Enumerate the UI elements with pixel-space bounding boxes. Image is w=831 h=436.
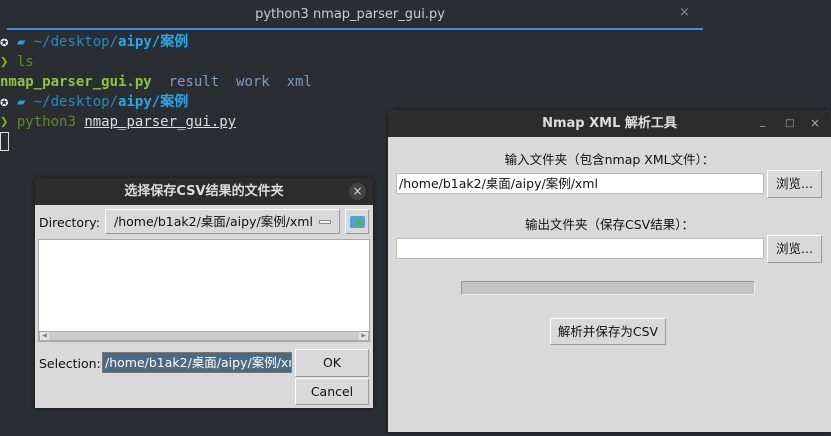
tab-close-icon[interactable]: × <box>679 5 690 20</box>
ok-button[interactable]: OK <box>295 349 369 377</box>
input-folder-field[interactable]: /home/b1ak2/桌面/aipy/案例/xml <box>396 173 764 194</box>
maximize-button[interactable]: □ <box>785 110 794 137</box>
prompt-chevron-icon: ❯ <box>0 114 9 130</box>
window-title: Nmap XML 解析工具 <box>542 116 677 131</box>
scroll-right-icon[interactable]: ▶ <box>359 332 368 340</box>
prompt-path-suffix: /案例 <box>151 34 189 50</box>
command-text: ls <box>16 54 34 70</box>
minimize-button[interactable]: _ <box>760 110 766 134</box>
parent-folder-button[interactable]: ▲ <box>345 209 369 234</box>
directory-dropdown[interactable]: /home/b1ak2/桌面/aipy/案例/xml <box>105 209 340 234</box>
os-logo-icon: ✪ <box>0 94 9 110</box>
prompt-line: ✪ ▰ ~/desktop/aipy/案例 <box>0 32 312 52</box>
folder-up-icon: ▲ <box>350 216 365 228</box>
prompt-path-bold: aipy <box>118 94 152 110</box>
directory-label: Directory: <box>39 215 100 230</box>
selection-input[interactable]: /home/b1ak2/桌面/aipy/案例/xml <box>102 352 292 373</box>
folder-list[interactable] <box>38 239 370 342</box>
prompt-path: ~/desktop/ <box>33 94 119 110</box>
terminal-cursor <box>0 132 9 151</box>
ls-dir: result <box>168 74 220 90</box>
prompt-line: ✪ ▰ ~/desktop/aipy/案例 <box>0 92 312 112</box>
ls-dir: work <box>236 74 270 90</box>
os-logo-icon: ✪ <box>0 34 9 50</box>
dialog-title: 选择保存CSV结果的文件夹 <box>124 184 284 199</box>
prompt-path-suffix: /案例 <box>151 94 189 110</box>
parse-save-csv-button[interactable]: 解析并保存为CSV <box>550 318 666 345</box>
progress-bar <box>461 281 755 295</box>
command-arg: nmap_parser_gui.py <box>84 114 237 130</box>
output-folder-field[interactable] <box>396 238 764 259</box>
prompt-path: ~/desktop/ <box>33 34 119 50</box>
terminal-tab-bar: python3 nmap_parser_gui.py × <box>0 0 831 31</box>
output-folder-label: 输出文件夹（保存CSV结果）： <box>525 217 694 232</box>
dialog-close-button[interactable]: × <box>349 183 366 200</box>
close-button[interactable]: × <box>810 110 820 137</box>
folder-chooser-dialog: 选择保存CSV结果的文件夹 × Directory: /home/b1ak2/桌… <box>35 178 373 408</box>
window-title-bar: Nmap XML 解析工具 _ □ × <box>388 110 831 137</box>
prompt-chevron-icon: ❯ <box>0 54 9 70</box>
terminal-tab-title[interactable]: python3 nmap_parser_gui.py <box>200 7 500 22</box>
ls-dir: xml <box>286 74 312 90</box>
ls-file: nmap_parser_gui.py <box>0 74 152 90</box>
selection-label: Selection: <box>39 356 101 371</box>
dropdown-indicator-icon <box>319 220 331 224</box>
cancel-button[interactable]: Cancel <box>295 378 369 405</box>
dialog-title-bar: 选择保存CSV结果的文件夹 × <box>35 178 373 205</box>
input-folder-label: 输入文件夹（包含nmap XML文件）： <box>504 152 715 167</box>
command-text: python3 <box>16 114 76 130</box>
nmap-parser-window: Nmap XML 解析工具 _ □ × 输入文件夹（包含nmap XML文件）：… <box>388 110 831 432</box>
terminal-output[interactable]: ✪ ▰ ~/desktop/aipy/案例 ❯ ls nmap_parser_g… <box>0 32 312 152</box>
folder-icon: ▰ <box>16 94 26 110</box>
prompt-path-bold: aipy <box>118 34 152 50</box>
folder-icon: ▰ <box>16 34 26 50</box>
browse-input-button[interactable]: 浏览... <box>767 170 822 198</box>
active-tab-indicator <box>7 28 703 30</box>
ls-output: nmap_parser_gui.py result work xml <box>0 72 312 92</box>
scroll-left-icon[interactable]: ◀ <box>40 332 49 340</box>
horizontal-scrollbar[interactable]: ◀ ▶ <box>39 331 369 341</box>
directory-value: /home/b1ak2/桌面/aipy/案例/xml <box>114 214 313 229</box>
browse-output-button[interactable]: 浏览... <box>767 235 822 263</box>
